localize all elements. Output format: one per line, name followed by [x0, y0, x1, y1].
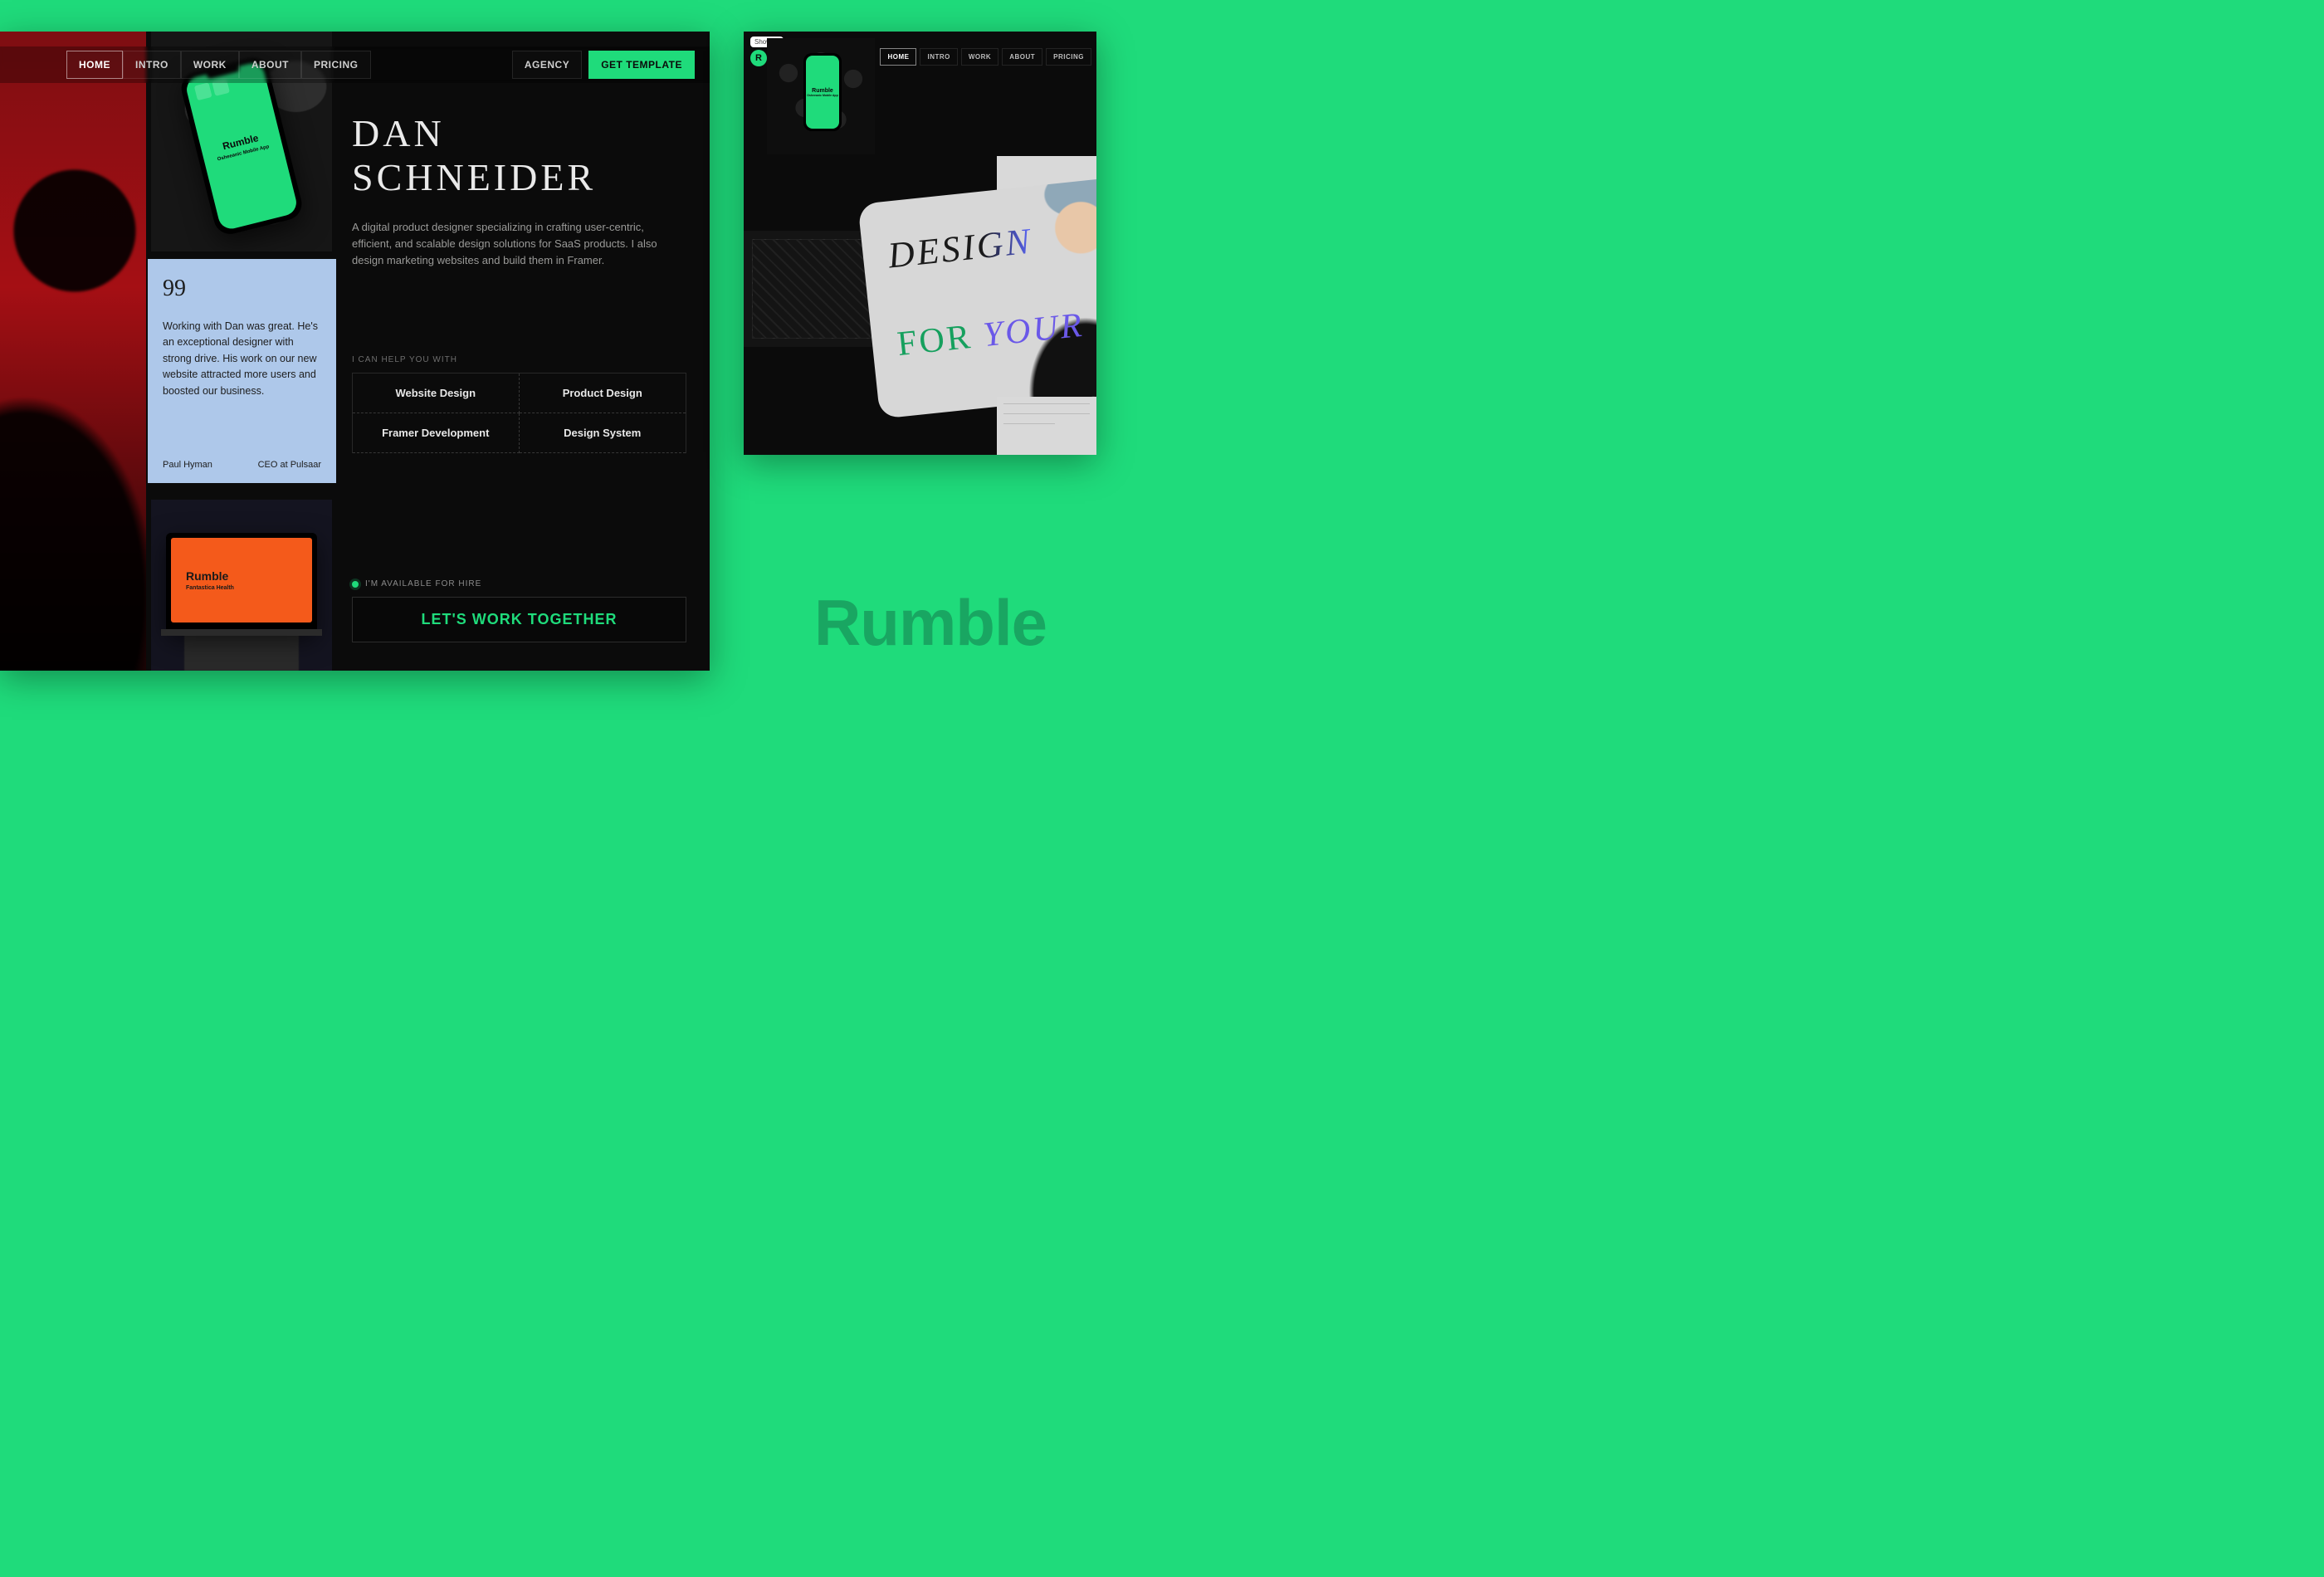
nav-home[interactable]: HOME	[66, 51, 123, 79]
hero-blurb: A digital product designer specializing …	[352, 219, 667, 269]
availability-label: I'M AVAILABLE FOR HIRE	[365, 579, 481, 588]
right-nav-about[interactable]: ABOUT	[1002, 48, 1042, 66]
availability-row: I'M AVAILABLE FOR HIRE	[352, 579, 686, 588]
get-template-button[interactable]: GET TEMPLATE	[588, 51, 695, 79]
hero-name: DAN SCHNEIDER	[352, 111, 686, 199]
cta-section: I'M AVAILABLE FOR HIRE LET'S WORK TOGETH…	[352, 579, 686, 642]
nav-intro[interactable]: INTRO	[123, 51, 181, 79]
right-phone-title: Rumble	[812, 88, 833, 94]
lets-work-together-button[interactable]: LET'S WORK TOGETHER	[352, 597, 686, 642]
right-website-preview: Show UI R HOME INTRO WORK ABOUT PRICING …	[744, 32, 1096, 455]
right-phone-device: Rumble Osheeanic Mobile App	[803, 53, 842, 131]
left-website-preview: HOME INTRO WORK ABOUT PRICING AGENCY GET…	[0, 32, 710, 671]
nav-work[interactable]: WORK	[181, 51, 239, 79]
right-nav-pricing[interactable]: PRICING	[1046, 48, 1091, 66]
testimonial-body: Working with Dan was great. He's an exce…	[163, 319, 321, 399]
help-cell-website-design[interactable]: Website Design	[353, 374, 520, 413]
right-hero-line2-a: FOR	[896, 316, 985, 364]
right-phone-screen: Rumble Osheeanic Mobile App	[806, 56, 839, 129]
right-hero-card: DESIGN FOR YOUR	[857, 175, 1096, 419]
testimonial-role: CEO at Pulsaar	[258, 460, 321, 470]
brand-wordmark: Rumble	[814, 585, 1047, 661]
brand-badge-icon[interactable]: R	[750, 50, 767, 66]
help-label: I CAN HELP YOU WITH	[352, 355, 686, 364]
agency-button[interactable]: AGENCY	[512, 51, 582, 79]
laptop-screen-title: Rumble	[186, 569, 228, 583]
phone-screen: Rumble Osheeanic Mobile App	[184, 61, 300, 232]
nav-pricing[interactable]: PRICING	[301, 51, 371, 79]
right-phone-tile: Rumble Osheeanic Mobile App	[767, 38, 875, 154]
right-hero-text: DESIGN FOR YOUR	[886, 210, 1096, 364]
right-phone-subtitle: Osheeanic Mobile App	[807, 94, 837, 97]
right-nav-home[interactable]: HOME	[880, 48, 916, 66]
quote-icon: 99	[163, 276, 321, 302]
help-cell-design-system[interactable]: Design System	[520, 413, 686, 453]
testimonial-card: 99 Working with Dan was great. He's an e…	[148, 259, 336, 483]
right-wireframe-tile	[997, 397, 1096, 455]
laptop-device: Rumble Fantastica Health	[166, 533, 317, 632]
laptop-screen-subtitle: Fantastica Health	[186, 585, 234, 591]
laptop-screen: Rumble Fantastica Health	[171, 538, 312, 622]
help-grid: Website Design Product Design Framer Dev…	[352, 373, 686, 453]
help-cell-product-design[interactable]: Product Design	[520, 374, 686, 413]
laptop-mock-card: Rumble Fantastica Health	[151, 500, 332, 671]
laptop-base	[161, 629, 322, 636]
right-nav: HOME INTRO WORK ABOUT PRICING	[880, 48, 1091, 66]
top-nav: HOME INTRO WORK ABOUT PRICING AGENCY GET…	[0, 46, 710, 83]
testimonial-author: Paul Hyman	[163, 460, 212, 470]
help-section: I CAN HELP YOU WITH Website Design Produ…	[352, 355, 686, 453]
hero-portrait-sidebar	[0, 32, 146, 671]
portrait-silhouette	[0, 131, 146, 671]
right-nav-work[interactable]: WORK	[961, 48, 998, 66]
help-cell-framer-development[interactable]: Framer Development	[353, 413, 520, 453]
nav-about[interactable]: ABOUT	[239, 51, 301, 79]
right-nav-intro[interactable]: INTRO	[920, 48, 957, 66]
hero-block: DAN SCHNEIDER A digital product designer…	[352, 111, 686, 269]
main-column: HOME INTRO WORK ABOUT PRICING AGENCY GET…	[146, 32, 710, 671]
availability-dot-icon	[352, 581, 359, 588]
